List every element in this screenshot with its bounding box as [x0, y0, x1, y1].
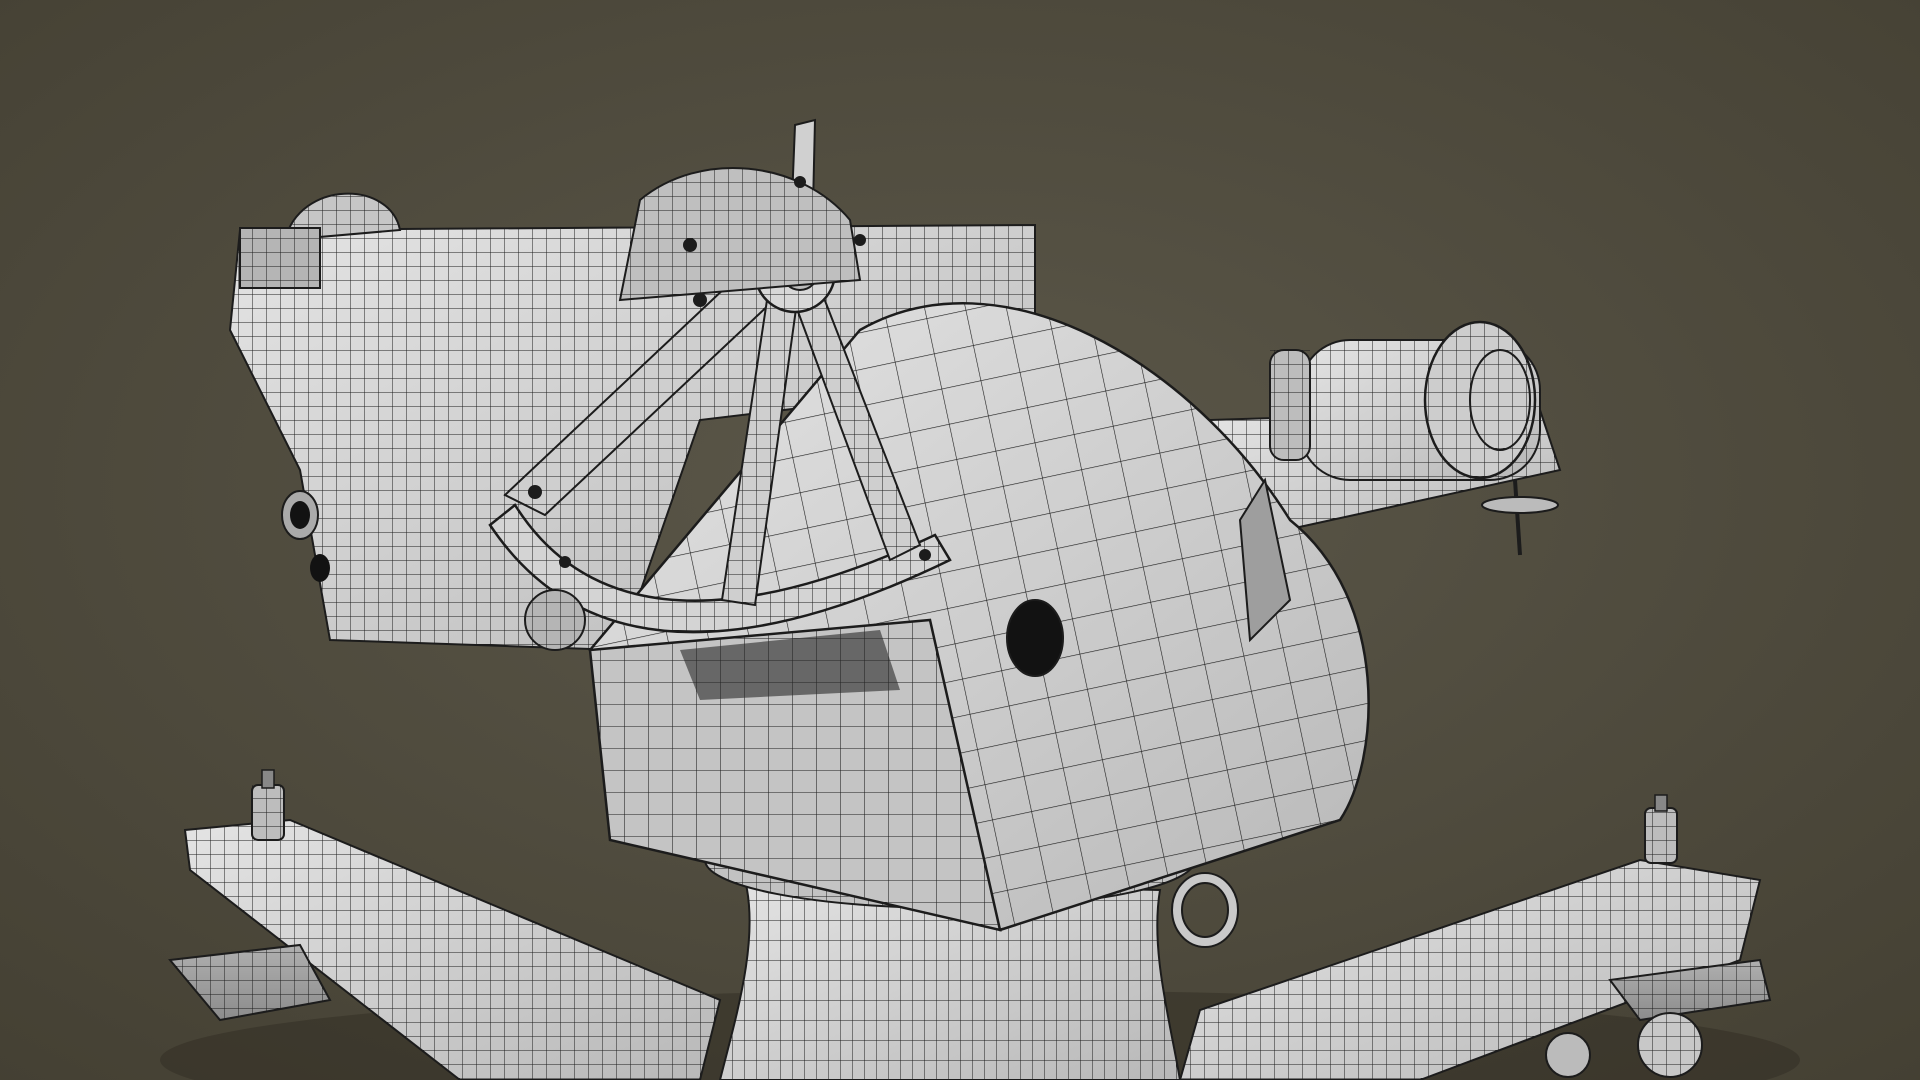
wireframe-render — [0, 0, 1920, 1080]
turret-hole-icon — [1006, 599, 1064, 677]
render-viewport — [0, 0, 1920, 1080]
